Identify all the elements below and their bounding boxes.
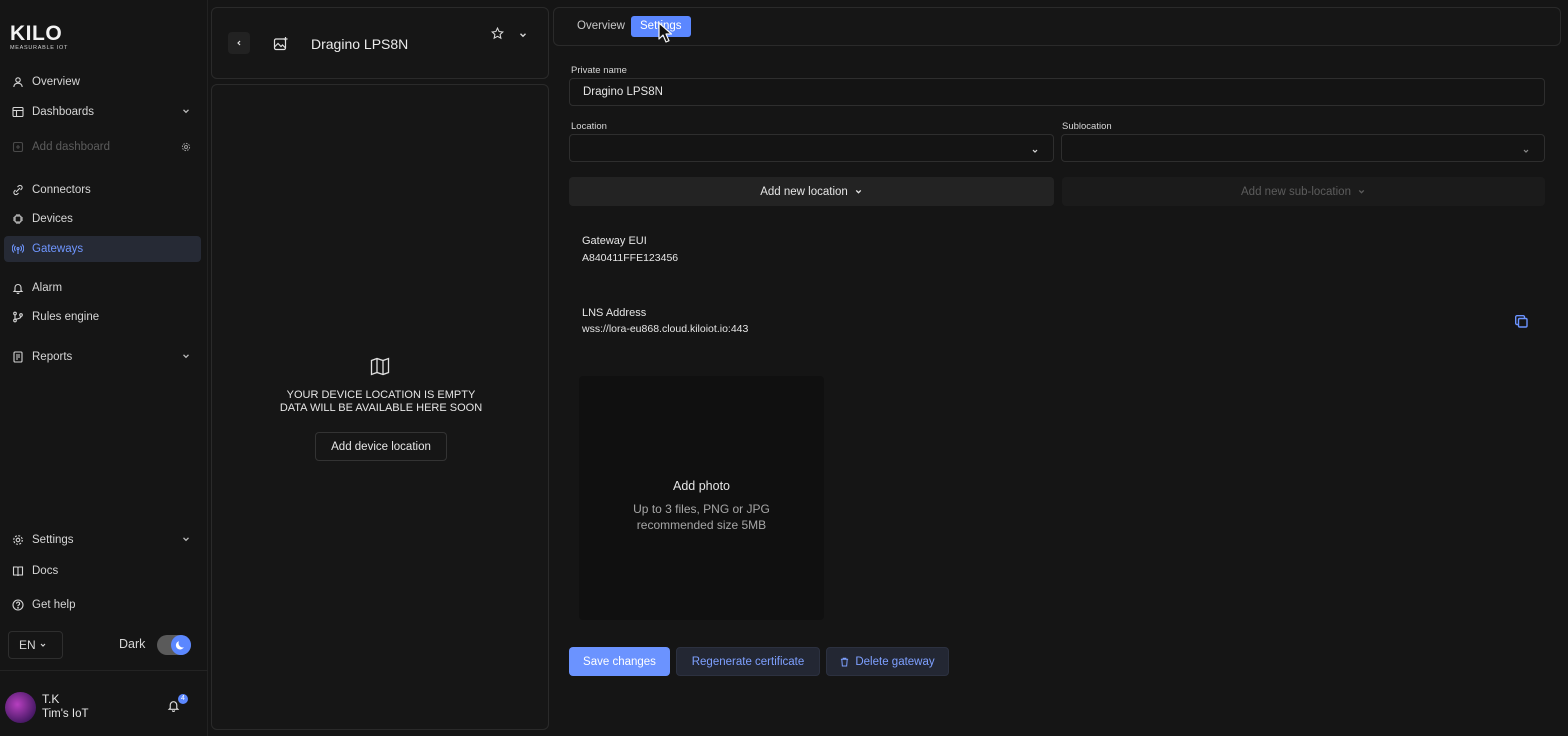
sidebar-item-label: Get help — [32, 599, 76, 611]
sidebar-item-label: Add dashboard — [32, 141, 111, 153]
book-icon — [11, 565, 24, 578]
sidebar-item-reports[interactable]: Reports — [4, 344, 201, 370]
chevron-down-icon — [1358, 189, 1365, 194]
tab-overview[interactable]: Overview — [568, 16, 634, 37]
back-button[interactable] — [228, 32, 250, 54]
map-icon — [370, 357, 390, 379]
star-icon[interactable] — [490, 26, 505, 43]
sidebar-item-label: Rules engine — [32, 311, 100, 323]
private-name-input[interactable]: Dragino LPS8N — [569, 78, 1545, 106]
chip-icon — [11, 213, 24, 226]
sidebar-item-label: Connectors — [32, 184, 91, 196]
delete-gateway-label: Delete gateway — [855, 655, 935, 668]
sidebar-item-connectors[interactable]: Connectors — [4, 177, 201, 203]
sidebar-item-label: Reports — [32, 351, 73, 363]
gateway-eui-value: A840411FFE123456 — [582, 252, 679, 264]
add-new-sublocation-button[interactable]: Add new sub-location — [1062, 177, 1545, 206]
add-photo-hint-2: recommended size 5MB — [636, 518, 767, 532]
antenna-icon — [11, 243, 24, 256]
device-header: Dragino LPS8N — [211, 7, 549, 79]
add-new-sublocation-label: Add new sub-location — [1241, 185, 1351, 198]
chevron-down-icon — [1031, 144, 1039, 158]
sidebar-item-label: Overview — [32, 76, 80, 88]
sidebar-item-settings[interactable]: Settings — [4, 527, 201, 553]
sublocation-label: Sublocation — [1062, 121, 1112, 132]
sidebar-item-devices[interactable]: Devices — [4, 206, 201, 232]
sidebar-item-label: Alarm — [32, 282, 63, 294]
chevron-down-icon — [181, 351, 191, 364]
copy-icon[interactable] — [1514, 314, 1529, 332]
sidebar-item-get-help[interactable]: Get help — [4, 592, 201, 618]
app-root: KILO MEASURABLE IOT Overview Dashboards … — [0, 0, 1568, 736]
bell-icon — [11, 282, 24, 295]
notification-count-badge: 4 — [178, 694, 188, 704]
chevron-down-icon[interactable] — [518, 29, 528, 43]
sidebar: KILO MEASURABLE IOT Overview Dashboards … — [0, 0, 208, 736]
sidebar-item-label: Gateways — [32, 243, 84, 255]
language-select[interactable]: EN — [8, 631, 63, 659]
device-title: Dragino LPS8N — [311, 36, 409, 52]
save-changes-button[interactable]: Save changes — [569, 647, 670, 676]
dark-mode-toggle[interactable] — [157, 635, 191, 655]
sidebar-item-add-dashboard[interactable]: Add dashboard — [4, 134, 201, 160]
add-photo-hint-1: Up to 3 files, PNG or JPG — [633, 502, 770, 516]
sidebar-item-gateways[interactable]: Gateways — [4, 236, 201, 262]
add-new-location-label: Add new location — [760, 185, 848, 198]
brand-logo[interactable]: KILO MEASURABLE IOT — [10, 22, 69, 51]
logo-tagline: MEASURABLE IOT — [10, 45, 69, 51]
sidebar-item-overview[interactable]: Overview — [4, 69, 201, 95]
chevron-down-icon — [1522, 144, 1530, 158]
add-new-location-button[interactable]: Add new location — [569, 177, 1054, 206]
add-photo-dropzone[interactable]: Add photo Up to 3 files, PNG or JPG reco… — [579, 376, 824, 620]
sidebar-item-dashboards[interactable]: Dashboards — [4, 99, 201, 125]
gear-icon — [11, 534, 24, 547]
logo-text: KILO — [10, 22, 63, 45]
gateway-eui-label: Gateway EUI — [582, 235, 647, 247]
moon-icon — [171, 635, 191, 655]
chevron-left-icon — [237, 40, 241, 46]
sidebar-item-label: Dashboards — [32, 106, 95, 118]
sidebar-item-label: Settings — [32, 534, 74, 546]
add-device-location-button[interactable]: Add device location — [315, 432, 447, 461]
location-select[interactable] — [569, 134, 1054, 162]
sidebar-item-docs[interactable]: Docs — [4, 558, 201, 584]
chevron-down-icon — [181, 534, 191, 547]
user-icon — [11, 76, 24, 89]
private-name-label: Private name — [571, 65, 627, 76]
tab-bar: Overview Settings — [553, 7, 1561, 46]
image-edit-icon[interactable] — [273, 36, 289, 55]
chevron-down-icon — [181, 106, 191, 119]
delete-gateway-button[interactable]: Delete gateway — [826, 647, 949, 676]
report-icon — [11, 351, 24, 364]
theme-label: Dark — [119, 637, 146, 651]
language-value: EN — [19, 638, 36, 652]
empty-location-line-1: YOUR DEVICE LOCATION IS EMPTY — [286, 389, 476, 401]
sidebar-item-label: Docs — [32, 565, 59, 577]
dashboard-icon — [11, 106, 24, 119]
sidebar-divider — [0, 670, 208, 671]
chevron-down-icon — [40, 643, 46, 647]
trash-icon — [841, 657, 849, 667]
empty-location-line-2: DATA WILL BE AVAILABLE HERE SOON — [279, 402, 483, 414]
branch-icon — [11, 311, 24, 324]
sidebar-item-label: Devices — [32, 213, 73, 225]
user-org: Tim's IoT — [42, 708, 89, 720]
lns-address-value: wss://lora-eu868.cloud.kiloiot.io:443 — [582, 323, 749, 335]
mouse-cursor-icon — [658, 22, 673, 47]
add-photo-title: Add photo — [673, 479, 730, 493]
add-icon — [11, 141, 24, 154]
device-location-map: YOUR DEVICE LOCATION IS EMPTY DATA WILL … — [211, 84, 549, 730]
chevron-down-icon — [855, 189, 862, 194]
avatar[interactable] — [5, 692, 36, 723]
user-name: T.K — [42, 692, 60, 706]
gear-icon[interactable] — [181, 142, 191, 155]
lns-address-label: LNS Address — [582, 307, 647, 319]
location-label: Location — [571, 121, 607, 132]
sublocation-select[interactable] — [1061, 134, 1545, 162]
help-icon — [11, 599, 24, 612]
regenerate-certificate-button[interactable]: Regenerate certificate — [676, 647, 820, 676]
sidebar-item-alarm[interactable]: Alarm — [4, 275, 201, 301]
sidebar-item-rules-engine[interactable]: Rules engine — [4, 304, 201, 330]
connector-icon — [11, 184, 24, 197]
